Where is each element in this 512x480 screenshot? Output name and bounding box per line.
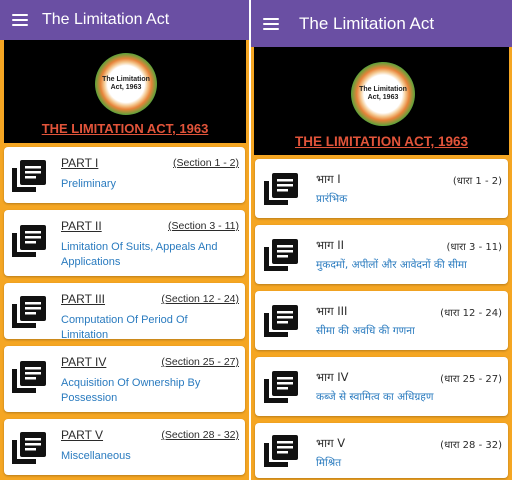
part-label: PART V bbox=[61, 428, 104, 442]
part-title: मिश्रित bbox=[316, 457, 342, 469]
book-stack-icon bbox=[12, 361, 46, 393]
book-stack-icon bbox=[264, 371, 298, 403]
book-stack-icon bbox=[12, 225, 46, 257]
hamburger-menu-icon[interactable] bbox=[12, 14, 28, 26]
book-stack-icon bbox=[12, 432, 46, 464]
act-emblem-logo: The Limitation Act, 1963 bbox=[95, 53, 157, 115]
app-bar: The Limitation Act bbox=[251, 0, 512, 47]
part-label: भाग V bbox=[316, 436, 346, 450]
book-stack-icon bbox=[12, 160, 46, 192]
part-title: Miscellaneous bbox=[61, 450, 131, 462]
section-range: (धारा 25 - 27) bbox=[440, 374, 502, 385]
part-title: Computation Of Period Of Limitation bbox=[61, 314, 188, 341]
app-bar: The Limitation Act bbox=[0, 0, 249, 40]
banner-title: THE LIMITATION ACT, 1963 bbox=[41, 121, 209, 136]
part-card-2[interactable]: भाग II (धारा 3 - 11) मुकदमों, अपीलों और … bbox=[255, 225, 508, 284]
emblem-line-2: Act, 1963 bbox=[367, 94, 399, 101]
part-card-5[interactable]: PART V (Section 28 - 32) Miscellaneous bbox=[4, 419, 245, 475]
act-banner: The Limitation Act, 1963 THE LIMITATION … bbox=[254, 47, 509, 155]
book-stack-icon bbox=[264, 173, 298, 205]
part-card-4[interactable]: भाग IV (धारा 25 - 27) कब्जे से स्वामित्व… bbox=[255, 357, 508, 416]
part-title: प्रारंभिक bbox=[316, 193, 348, 205]
emblem-line-2: Act, 1963 bbox=[110, 84, 142, 91]
banner-title: THE LIMITATION ACT, 1963 bbox=[294, 134, 468, 149]
act-banner: The Limitation Act, 1963 THE LIMITATION … bbox=[4, 40, 246, 143]
app-title: The Limitation Act bbox=[299, 13, 435, 33]
part-label: भाग III bbox=[316, 304, 348, 318]
part-card-2[interactable]: PART II (Section 3 - 11) Limitation Of S… bbox=[4, 210, 245, 276]
emblem-line-1: The Limitation bbox=[359, 86, 407, 93]
section-range: (धारा 12 - 24) bbox=[440, 308, 502, 319]
emblem-line-1: The Limitation bbox=[102, 76, 150, 83]
part-card-5[interactable]: भाग V (धारा 28 - 32) मिश्रित bbox=[255, 423, 508, 478]
section-range: (Section 28 - 32) bbox=[161, 429, 239, 441]
part-label: PART III bbox=[61, 292, 106, 306]
screen-english: The Limitation Act The Limitation Act, 1… bbox=[0, 0, 249, 480]
book-stack-icon bbox=[264, 435, 298, 467]
part-title: Acquisition Of Ownership By Possession bbox=[61, 377, 201, 404]
part-card-1[interactable]: भाग I (धारा 1 - 2) प्रारंभिक bbox=[255, 159, 508, 218]
part-label: भाग II bbox=[316, 238, 344, 252]
part-label: PART IV bbox=[61, 355, 107, 369]
book-stack-icon bbox=[264, 239, 298, 271]
part-title: मुकदमों, अपीलों और आवेदनों की सीमा bbox=[316, 259, 467, 271]
part-title: Limitation Of Suits, Appeals And Applica… bbox=[61, 241, 218, 268]
screen-hindi: The Limitation Act The Limitation Act, 1… bbox=[251, 0, 512, 480]
book-stack-icon bbox=[12, 296, 46, 328]
book-stack-icon bbox=[264, 305, 298, 337]
hamburger-menu-icon[interactable] bbox=[263, 17, 279, 30]
part-label: PART II bbox=[61, 219, 102, 233]
part-label: भाग IV bbox=[316, 370, 349, 384]
section-range: (धारा 3 - 11) bbox=[446, 242, 502, 253]
part-card-4[interactable]: PART IV (Section 25 - 27) Acquisition Of… bbox=[4, 346, 245, 412]
part-card-3[interactable]: PART III (Section 12 - 24) Computation O… bbox=[4, 283, 245, 341]
part-label: भाग I bbox=[316, 172, 341, 186]
section-range: (Section 25 - 27) bbox=[161, 356, 239, 368]
act-emblem-logo: The Limitation Act, 1963 bbox=[351, 62, 415, 126]
part-card-1[interactable]: PART I (Section 1 - 2) Preliminary bbox=[4, 147, 245, 203]
section-range: (Section 12 - 24) bbox=[161, 293, 239, 305]
section-range: (Section 1 - 2) bbox=[173, 157, 239, 169]
app-title: The Limitation Act bbox=[42, 11, 170, 28]
part-card-3[interactable]: भाग III (धारा 12 - 24) सीमा की अवधि की ग… bbox=[255, 291, 508, 350]
section-range: (धारा 28 - 32) bbox=[440, 440, 502, 451]
part-title: कब्जे से स्वामित्व का अधिग्रहण bbox=[316, 391, 434, 403]
part-title: सीमा की अवधि की गणना bbox=[316, 325, 415, 337]
part-title: Preliminary bbox=[61, 178, 117, 190]
section-range: (Section 3 - 11) bbox=[167, 220, 239, 232]
section-range: (धारा 1 - 2) bbox=[452, 176, 502, 187]
part-label: PART I bbox=[61, 156, 99, 170]
